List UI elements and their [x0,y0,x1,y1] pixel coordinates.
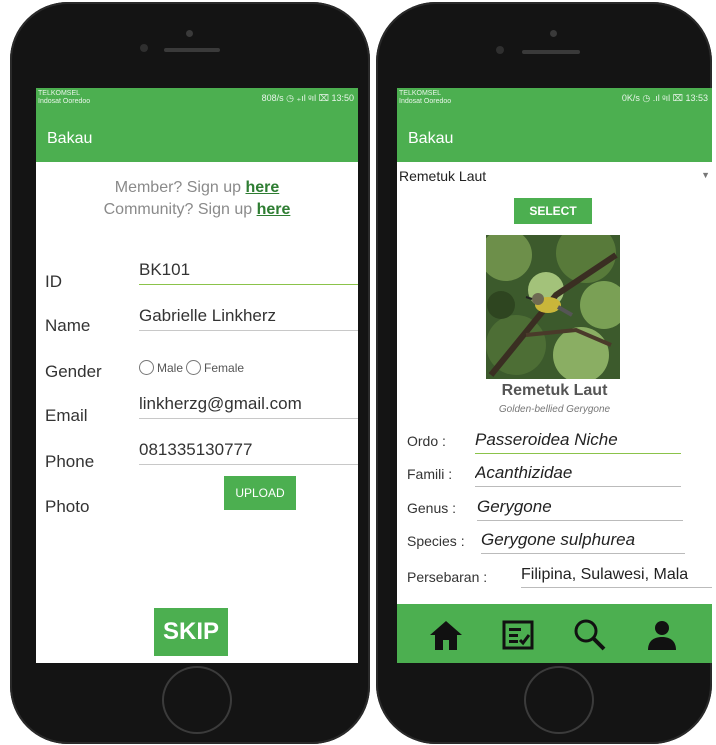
status-right: 0K/s ◷ .ıl ᵍıl ⌧ 13:53 [621,93,708,103]
ordo-value[interactable]: Passeroidea Niche [475,430,681,454]
id-label: ID [45,272,62,291]
dropdown-value: Remetuk Laut [399,168,487,184]
front-camera [550,30,557,37]
gender-label: Gender [45,362,102,381]
phone-field[interactable]: 081335130777 [139,440,358,465]
genus-label: Genus : [407,500,457,516]
app-toolbar: Bakau [36,110,358,162]
member-signup-link[interactable]: here [245,179,279,196]
gender-radio-group: Male Female [139,360,244,375]
dropdown-arrow-icon: ▼ [701,170,710,180]
email-label: Email [45,406,88,425]
persebaran-row: Persebaran : Filipina, Sulawesi, Mala [397,566,712,590]
person-icon[interactable] [645,618,679,652]
upload-button[interactable]: UPLOAD [224,476,296,510]
home-button[interactable] [524,666,594,734]
id-field[interactable]: BK101 [139,260,358,285]
right-phone: TELKOMSEL Indosat Ooredoo 0K/s ◷ .ıl ᵍıl… [376,2,712,744]
earpiece-speaker [522,50,580,54]
proximity-sensor [140,44,148,52]
search-icon[interactable] [573,618,607,652]
genus-value[interactable]: Gerygone [477,497,683,521]
ordo-label: Ordo : [407,433,446,449]
species-value[interactable]: Gerygone sulphurea [481,530,685,554]
earpiece-speaker [164,48,220,52]
email-field[interactable]: linkherzg@gmail.com [139,394,358,419]
community-signup-link[interactable]: here [257,201,291,218]
left-screen: TELKOMSEL Indosat Ooredoo 808/s ◷ ₊ıl ᵍı… [36,88,358,663]
famili-label: Famili : [407,466,453,482]
bird-photo [486,235,620,379]
name-field[interactable]: Gabrielle Linkherz [139,306,358,331]
name-row: Name Gabrielle Linkherz [36,306,358,336]
app-title: Bakau [408,130,454,147]
bird-dropdown[interactable]: Remetuk Laut ▼ [399,168,712,186]
select-button[interactable]: SELECT [514,198,592,224]
phone-row: Phone 081335130777 [36,440,358,471]
id-row: ID BK101 [36,260,358,291]
home-icon[interactable] [429,618,463,652]
email-row: Email linkherzg@gmail.com [36,394,358,425]
right-screen: TELKOMSEL Indosat Ooredoo 0K/s ◷ .ıl ᵍıl… [397,88,712,663]
app-title: Bakau [47,130,93,147]
carrier-info: TELKOMSEL Indosat Ooredoo [38,90,91,105]
female-radio[interactable] [186,360,202,375]
bird-photo-graphic [486,235,620,379]
skip-button[interactable]: SKIP [154,608,228,656]
species-label: Species : [407,533,465,549]
photo-label: Photo [45,497,90,516]
gender-row: Gender Male Female [36,358,358,388]
home-button[interactable] [162,666,232,734]
front-camera [186,30,193,37]
genus-row: Genus : Gerygone [397,497,712,521]
species-row: Species : Gerygone sulphurea [397,530,712,554]
famili-value[interactable]: Acanthizidae [475,463,681,487]
app-toolbar: Bakau [397,110,712,162]
famili-row: Famili : Acanthizidae [397,463,712,487]
photo-row: Photo UPLOAD [36,476,358,520]
name-label: Name [45,316,91,335]
male-radio[interactable] [139,360,154,375]
signup-links: Member? Sign up here Community? Sign up … [103,179,291,218]
status-right: 808/s ◷ ₊ıl ᵍıl ⌧ 13:50 [261,93,354,103]
status-bar: TELKOMSEL Indosat Ooredoo 0K/s ◷ .ıl ᵍıl… [397,88,712,110]
carrier-info: TELKOMSEL Indosat Ooredoo [399,90,452,105]
bottom-nav [397,604,712,663]
status-bar: TELKOMSEL Indosat Ooredoo 808/s ◷ ₊ıl ᵍı… [36,88,358,110]
persebaran-label: Persebaran : [407,569,488,585]
list-icon[interactable] [501,618,535,652]
bird-english-name: Golden-bellied Gerygone [498,404,611,415]
persebaran-value[interactable]: Filipina, Sulawesi, Mala [521,566,712,588]
ordo-row: Ordo : Passeroidea Niche [397,430,712,454]
bird-common-name: Remetuk Laut [501,382,608,399]
left-phone: TELKOMSEL Indosat Ooredoo 808/s ◷ ₊ıl ᵍı… [10,2,370,744]
phone-label: Phone [45,452,95,471]
proximity-sensor [496,46,504,54]
